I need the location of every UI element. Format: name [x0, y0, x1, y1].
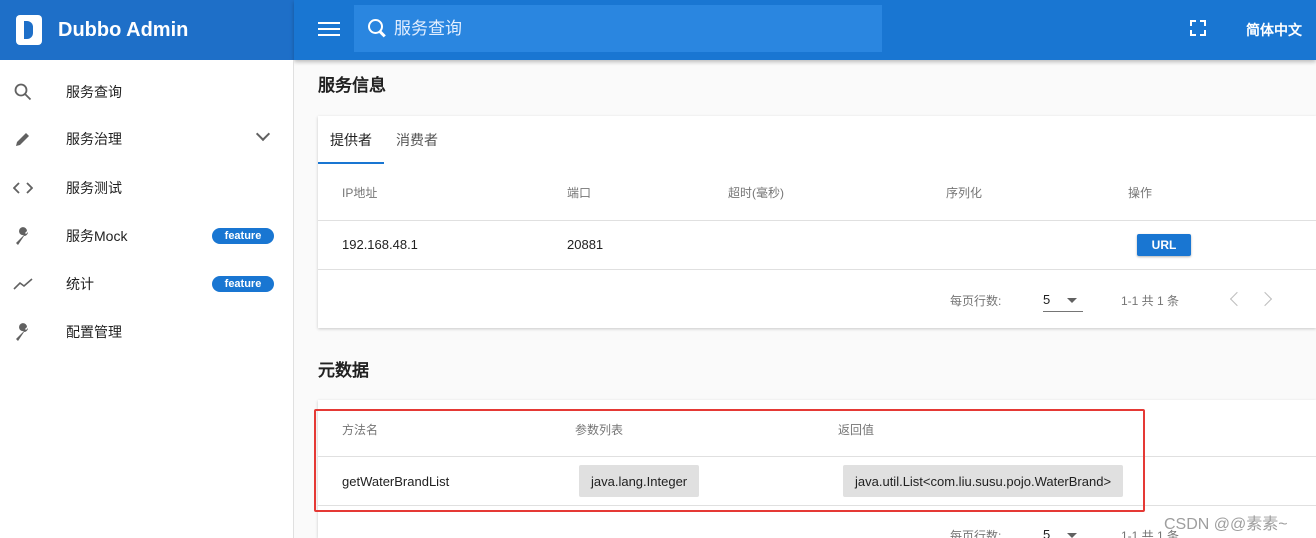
section-title-service-info: 服务信息	[318, 76, 386, 95]
rows-per-page-value: 5	[1043, 527, 1051, 538]
sidebar-item-service-governance[interactable]: 服务治理	[0, 115, 294, 163]
pencil-icon	[12, 128, 34, 150]
column-header[interactable]: 端口	[567, 184, 591, 201]
tab-bar: 提供者 消费者	[318, 116, 450, 164]
sidebar-item-service-mock[interactable]: 服务Mock feature	[0, 212, 294, 260]
feature-badge: feature	[212, 276, 274, 292]
providers-card: 提供者 消费者 IP地址 端口 超时(毫秒) 序列化 操作 192.168.48…	[318, 116, 1316, 328]
red-highlight-box	[314, 409, 1145, 512]
top-app-bar: 简体中文	[294, 0, 1316, 60]
section-title-metadata: 元数据	[318, 361, 369, 380]
sidebar: 服务查询 服务治理 服务测试 服务Mock feature 统计 feature…	[0, 60, 294, 538]
pagination-range: 1-1 共 1 条	[1121, 294, 1180, 308]
rows-per-page-select[interactable]: 5	[1043, 290, 1083, 312]
caret-down-icon	[1067, 533, 1077, 538]
app-title: Dubbo Admin	[58, 18, 189, 41]
language-selector[interactable]: 简体中文	[1246, 20, 1302, 40]
search-input[interactable]	[394, 18, 874, 39]
brand-header: Dubbo Admin	[0, 0, 294, 60]
chevron-left-icon[interactable]	[1229, 291, 1245, 307]
sidebar-item-label: 统计	[66, 276, 94, 292]
sidebar-item-label: 服务Mock	[66, 228, 128, 244]
search-icon	[12, 81, 34, 103]
sidebar-item-label: 服务治理	[66, 131, 122, 147]
cell-port: 20881	[567, 237, 604, 252]
search-box[interactable]	[354, 5, 882, 52]
chevron-right-icon[interactable]	[1257, 291, 1273, 307]
trending-icon	[12, 273, 34, 295]
sidebar-item-label: 配置管理	[66, 324, 122, 340]
sidebar-item-config-management[interactable]: 配置管理	[0, 308, 294, 356]
caret-down-icon	[1067, 298, 1077, 303]
column-header[interactable]: 操作	[1128, 184, 1152, 201]
tab-providers[interactable]: 提供者	[318, 116, 384, 164]
divider	[318, 220, 1316, 221]
fullscreen-icon[interactable]	[1190, 20, 1206, 36]
sidebar-item-label: 服务查询	[66, 84, 122, 100]
feature-badge: feature	[212, 228, 274, 244]
sidebar-item-service-test[interactable]: 服务测试	[0, 164, 294, 212]
watermark: CSDN @@素素~	[1164, 516, 1288, 533]
cell-ip: 192.168.48.1	[342, 237, 418, 252]
wrench-icon	[12, 321, 34, 343]
sidebar-item-label: 服务测试	[66, 180, 122, 196]
rows-per-page-label: 每页行数:	[950, 529, 1002, 538]
wrench-icon	[12, 225, 34, 247]
sidebar-item-service-query[interactable]: 服务查询	[0, 68, 294, 116]
chevron-down-icon[interactable]	[255, 126, 271, 142]
rows-per-page-select[interactable]: 5	[1043, 525, 1083, 538]
dubbo-logo-icon	[16, 15, 42, 45]
menu-icon[interactable]	[318, 19, 340, 41]
search-icon	[368, 18, 388, 39]
column-header[interactable]: 超时(毫秒)	[728, 184, 784, 201]
column-header[interactable]: IP地址	[342, 184, 377, 201]
code-icon	[12, 177, 34, 199]
tab-consumers[interactable]: 消费者	[384, 116, 450, 164]
rows-per-page-label: 每页行数:	[950, 294, 1002, 308]
column-header[interactable]: 序列化	[946, 184, 982, 201]
sidebar-item-statistics[interactable]: 统计 feature	[0, 260, 294, 308]
divider	[318, 269, 1316, 270]
rows-per-page-value: 5	[1043, 292, 1051, 307]
url-button[interactable]: URL	[1137, 234, 1191, 256]
